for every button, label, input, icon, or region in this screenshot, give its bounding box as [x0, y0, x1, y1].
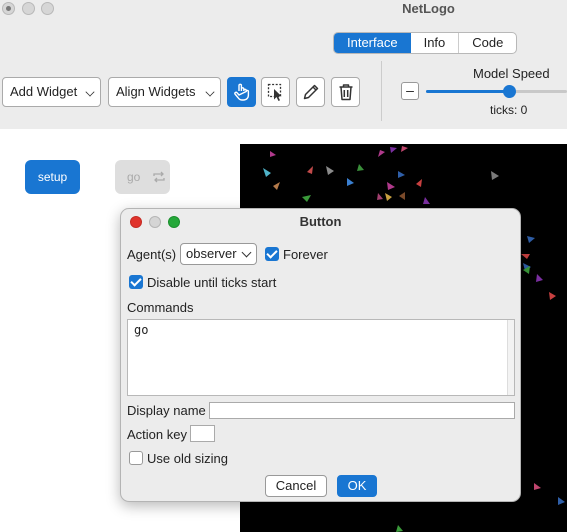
tab-bar: Interface Info Code: [333, 32, 518, 54]
go-button[interactable]: go: [115, 160, 170, 194]
slider-knob[interactable]: [503, 85, 517, 98]
turtle: [399, 192, 405, 200]
turtle: [263, 168, 271, 177]
tab-info[interactable]: Info: [411, 33, 459, 53]
commands-label: Commands: [127, 300, 194, 315]
forever-checkbox[interactable]: [265, 247, 279, 261]
disable-until-ticks-label: Disable until ticks start: [147, 275, 277, 290]
align-widgets-dropdown[interactable]: Align Widgets: [108, 77, 221, 107]
toolbar-divider: [381, 61, 382, 121]
turtle: [536, 274, 543, 282]
tab-interface[interactable]: Interface: [334, 33, 411, 53]
turtle: [390, 147, 397, 153]
edit-button[interactable]: [296, 77, 325, 107]
select-mode-button[interactable]: [261, 77, 290, 107]
window-titlebar: NetLogo: [0, 0, 567, 17]
turtle: [396, 525, 403, 532]
commands-text: go: [134, 323, 149, 337]
chevron-down-icon: [85, 87, 95, 97]
action-key-field[interactable]: [190, 425, 215, 442]
turtle: [521, 254, 530, 259]
pencil-icon: [303, 84, 319, 100]
use-old-sizing-checkbox[interactable]: [129, 451, 143, 465]
forever-loop-icon: [153, 171, 165, 183]
turtle: [491, 171, 499, 180]
turtle: [378, 150, 385, 157]
button-dialog: Button Agent(s) observer Forever Disable…: [120, 208, 521, 502]
ok-button[interactable]: OK: [337, 475, 377, 497]
turtle: [387, 182, 395, 190]
turtle: [416, 179, 422, 187]
align-widgets-label: Align Widgets: [116, 84, 196, 99]
speed-decrease-button[interactable]: –: [401, 82, 419, 100]
use-old-sizing-label: Use old sizing: [147, 451, 228, 466]
agents-select[interactable]: observer: [180, 243, 257, 265]
turtle: [273, 182, 280, 190]
setup-button[interactable]: setup: [25, 160, 80, 194]
turtle: [398, 171, 405, 178]
ticks-counter: ticks: 0: [490, 103, 528, 117]
pointer-hand-icon: [234, 83, 250, 101]
turtle: [347, 178, 354, 186]
turtle: [302, 195, 311, 202]
model-speed-slider[interactable]: [426, 85, 567, 98]
turtle: [534, 483, 541, 490]
delete-button[interactable]: [331, 77, 360, 107]
chevron-down-icon: [205, 87, 215, 97]
commands-editor[interactable]: go: [127, 319, 515, 396]
turtle: [307, 166, 313, 174]
add-widget-label: Add Widget: [10, 84, 78, 99]
tab-code[interactable]: Code: [458, 33, 516, 53]
trash-icon: [339, 84, 353, 101]
turtle: [423, 197, 430, 204]
select-cursor-icon: [267, 83, 282, 101]
agents-label: Agent(s): [127, 247, 177, 262]
add-widget-dropdown[interactable]: Add Widget: [2, 77, 101, 107]
turtle: [377, 193, 383, 200]
cancel-button[interactable]: Cancel: [265, 475, 327, 497]
turtle: [401, 146, 408, 152]
dialog-title: Button: [299, 214, 342, 229]
turtle: [357, 164, 364, 171]
interact-mode-button[interactable]: [227, 77, 256, 107]
turtle: [326, 166, 334, 175]
turtle: [527, 236, 535, 243]
go-label: go: [127, 170, 141, 184]
chevron-down-icon: [241, 247, 252, 258]
agents-select-value: observer: [186, 246, 237, 261]
turtle: [558, 497, 565, 505]
turtle: [270, 151, 276, 157]
slider-fill: [426, 90, 510, 93]
commands-scrollbar[interactable]: [507, 320, 514, 395]
forever-label: Forever: [283, 247, 328, 262]
action-key-label: Action key: [127, 427, 187, 442]
display-name-field[interactable]: [209, 402, 515, 419]
turtle: [549, 292, 556, 300]
turtle: [385, 193, 392, 201]
disable-until-ticks-checkbox[interactable]: [129, 275, 143, 289]
model-speed-label: Model Speed: [473, 66, 550, 81]
window-title: NetLogo: [402, 1, 455, 16]
toolbar: Interface Info Code Add Widget Align Wid…: [0, 17, 567, 129]
display-name-label: Display name: [127, 403, 206, 418]
